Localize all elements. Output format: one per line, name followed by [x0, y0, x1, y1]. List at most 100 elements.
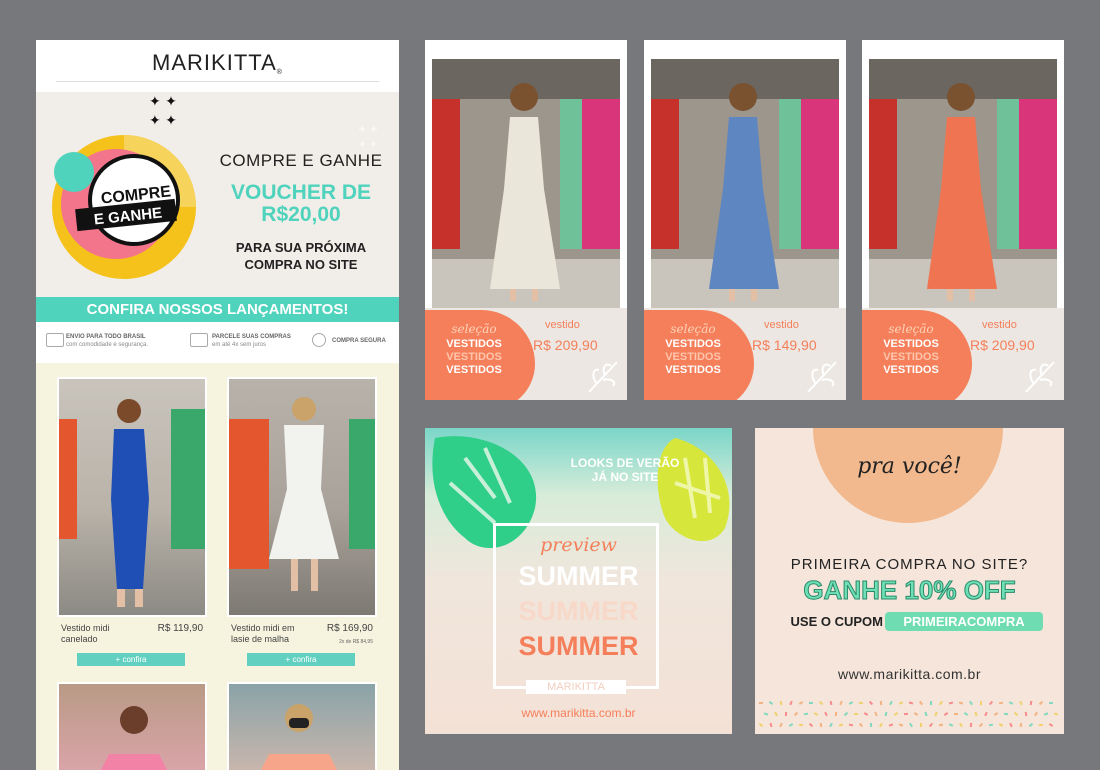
vestidos-word-1: VESTIDOS [446, 338, 502, 350]
launches-cta-button[interactable]: CONFIRA NOSSOS LANÇAMENTOS! [36, 297, 399, 322]
brand-logo[interactable]: MARIKITTA® [36, 50, 399, 76]
confetti-piece [1034, 711, 1038, 717]
summer-word-2: SUMMER [518, 596, 639, 626]
confetti-piece [839, 700, 843, 706]
summer-url[interactable]: www.marikitta.com.br [425, 706, 732, 720]
vestido-post[interactable]: seleção VESTIDOS VESTIDOS VESTIDOS vesti… [644, 40, 846, 400]
feature-shipping: ENVIO PARA TODO BRASIL com comodidade e … [66, 333, 148, 349]
confetti-piece [834, 711, 838, 717]
confetti-piece [853, 712, 859, 716]
confetti-piece [938, 723, 944, 727]
confetti-piece [758, 722, 764, 728]
confetti-piece [824, 711, 828, 717]
svg-text:✦ ✦: ✦ ✦ [149, 94, 177, 110]
svg-text:+ +: + + [358, 139, 378, 150]
vestidos-word-2: VESTIDOS [665, 351, 721, 363]
confetti-piece [1053, 712, 1059, 716]
hero-banner[interactable]: ✦ ✦ ✦ ✦ + + + + COMPRE E GANHE COMPRE E … [36, 92, 399, 300]
confetti-piece [929, 700, 933, 706]
confetti-piece [869, 722, 873, 728]
summer-preview-script: preview [540, 534, 617, 556]
confetti-piece [1038, 700, 1044, 706]
confetti-piece [1043, 712, 1049, 716]
model-figure [869, 59, 1057, 308]
confetti-piece [988, 700, 994, 706]
coupon-code-badge[interactable]: PRIMEIRACOMPRA [885, 612, 1043, 631]
summer-brand: MARIKITTA [526, 680, 626, 694]
confetti-piece [988, 723, 994, 727]
product-photo[interactable] [57, 377, 207, 617]
confetti-piece [1009, 722, 1013, 728]
feature-shipping-title: ENVIO PARA TODO BRASIL [66, 334, 146, 340]
coupon-url[interactable]: www.marikitta.com.br [755, 666, 1064, 682]
confetti-piece [848, 701, 854, 705]
truck-icon [46, 333, 64, 347]
confetti-piece [829, 722, 833, 728]
confetti-piece [948, 701, 954, 705]
confetti-piece [1038, 723, 1044, 727]
confetti-piece [813, 712, 819, 716]
divider [56, 81, 379, 82]
summer-tagline-2: JÁ NO SITE [591, 470, 659, 484]
confetti-piece [763, 712, 769, 716]
product-model-figure [59, 399, 205, 607]
confira-button[interactable]: + confira [77, 653, 185, 666]
feature-secure: COMPRA SEGURA [332, 337, 386, 345]
hero-subline-2: COMPRA NO SITE [244, 257, 358, 272]
product-installment: 2x de R$ 84,95 [339, 639, 373, 645]
post-photo[interactable] [651, 59, 839, 308]
vestidos-word-3: VESTIDOS [883, 364, 939, 376]
confetti-piece [1048, 723, 1054, 727]
lock-icon [312, 333, 326, 347]
confetti-piece [888, 723, 894, 727]
post-product-label: vestido [982, 319, 1017, 331]
confetti-piece [774, 711, 778, 717]
leaf-icon [1025, 361, 1055, 393]
confetti-piece [884, 711, 888, 717]
coupon-use-label: USE O CUPOM [790, 614, 883, 629]
confetti-piece [819, 722, 823, 728]
feature-installments: PARCELE SUAS COMPRAS em até 4x sem juros [212, 333, 291, 349]
svg-text:+ +: + + [358, 124, 378, 135]
confetti-piece [969, 722, 973, 728]
vestidos-word-1: VESTIDOS [665, 338, 721, 350]
confetti-piece [1048, 701, 1054, 705]
confetti-piece [788, 723, 794, 727]
confetti-piece [1024, 711, 1028, 717]
confetti-piece [1019, 722, 1023, 728]
vestido-post[interactable]: seleção VESTIDOS VESTIDOS VESTIDOS vesti… [862, 40, 1064, 400]
coupon-post[interactable]: pra você! PRIMEIRA COMPRA NO SITE? GANHE… [755, 428, 1064, 734]
product-photo[interactable] [57, 682, 207, 770]
confetti-piece [769, 722, 773, 728]
confetti-piece [789, 700, 793, 706]
confetti-piece [1013, 711, 1019, 717]
vestido-post[interactable]: seleção VESTIDOS VESTIDOS VESTIDOS vesti… [425, 40, 627, 400]
confetti-piece [909, 722, 913, 728]
summer-post[interactable]: LOOKS DE VERÃO JÁ NO SITE preview SUMMER… [425, 428, 732, 734]
voucher-line-1: VOUCHER DE [230, 181, 372, 204]
feature-secure-title: COMPRA SEGURA [332, 338, 386, 344]
product-price: R$ 169,90 [326, 623, 373, 634]
vestidos-word-2: VESTIDOS [883, 351, 939, 363]
feature-installments-text: em até 4x sem juros [212, 342, 267, 348]
post-photo[interactable] [432, 59, 620, 308]
confetti-piece [858, 701, 864, 705]
product-photo[interactable] [227, 377, 377, 617]
confira-button[interactable]: + confira [247, 653, 355, 666]
post-product-label: vestido [545, 319, 580, 331]
feature-shipping-text: com comodidade e segurança. [66, 342, 149, 348]
confetti-piece [913, 712, 919, 716]
confetti-piece [1029, 700, 1033, 706]
confetti-piece [898, 701, 904, 705]
post-photo[interactable] [869, 59, 1057, 308]
confetti-piece [889, 700, 893, 706]
summer-tagline-1: LOOKS DE VERÃO [570, 456, 680, 470]
confetti-piece [858, 722, 864, 728]
product-name: Vestido midi canelado [61, 623, 110, 644]
confetti-piece [984, 711, 988, 717]
summer-word-1: SUMMER [518, 561, 639, 591]
confetti-piece [978, 722, 984, 728]
confetti-piece [1028, 722, 1034, 728]
product-photo[interactable] [227, 682, 377, 770]
product-model-figure [261, 704, 337, 770]
